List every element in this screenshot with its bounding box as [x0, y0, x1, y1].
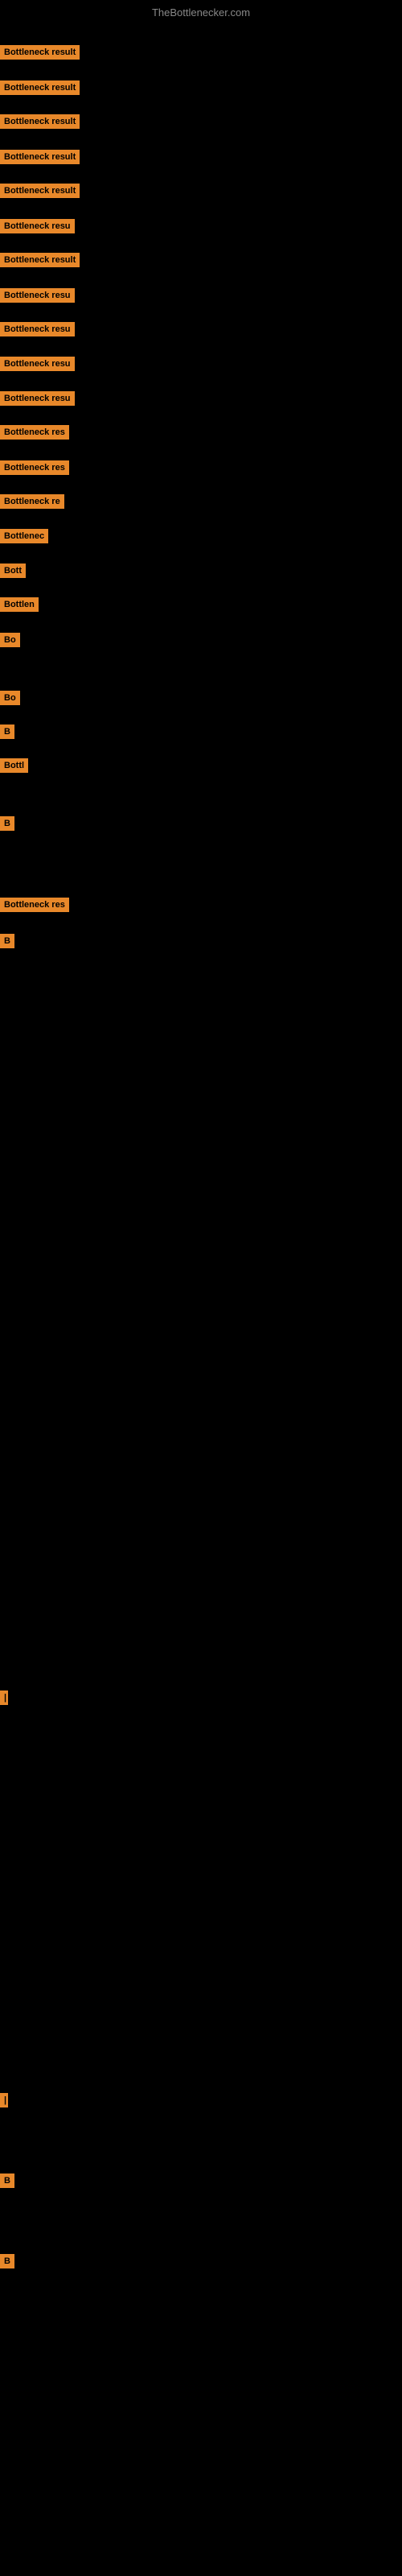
- bottleneck-badge-21: Bottl: [0, 758, 28, 773]
- bottleneck-badge-7: Bottleneck result: [0, 253, 80, 267]
- bottleneck-badge-19: Bo: [0, 691, 20, 705]
- bottleneck-badge-25: |: [0, 1690, 8, 1705]
- bottleneck-badge-9: Bottleneck resu: [0, 322, 75, 336]
- bottleneck-badge-1: Bottleneck result: [0, 45, 80, 60]
- bottleneck-badge-17: Bottlen: [0, 597, 39, 612]
- bottleneck-badge-12: Bottleneck res: [0, 425, 69, 440]
- bottleneck-badge-14: Bottleneck re: [0, 494, 64, 509]
- bottleneck-badge-26: |: [0, 2093, 8, 2107]
- bottleneck-badge-4: Bottleneck result: [0, 150, 80, 164]
- bottleneck-badge-13: Bottleneck res: [0, 460, 69, 475]
- bottleneck-badge-18: Bo: [0, 633, 20, 647]
- bottleneck-badge-27: B: [0, 2174, 14, 2188]
- bottleneck-badge-11: Bottleneck resu: [0, 391, 75, 406]
- bottleneck-badge-16: Bott: [0, 564, 26, 578]
- site-title: TheBottlenecker.com: [0, 6, 402, 19]
- bottleneck-badge-10: Bottleneck resu: [0, 357, 75, 371]
- bottleneck-badge-3: Bottleneck result: [0, 114, 80, 129]
- bottleneck-badge-28: B: [0, 2254, 14, 2268]
- bottleneck-badge-8: Bottleneck resu: [0, 288, 75, 303]
- bottleneck-badge-5: Bottleneck result: [0, 184, 80, 198]
- bottleneck-badge-6: Bottleneck resu: [0, 219, 75, 233]
- bottleneck-badge-22: B: [0, 816, 14, 831]
- bottleneck-badge-24: B: [0, 934, 14, 948]
- bottleneck-badge-20: B: [0, 724, 14, 739]
- bottleneck-badge-15: Bottlenec: [0, 529, 48, 543]
- bottleneck-badge-2: Bottleneck result: [0, 80, 80, 95]
- bottleneck-badge-23: Bottleneck res: [0, 898, 69, 912]
